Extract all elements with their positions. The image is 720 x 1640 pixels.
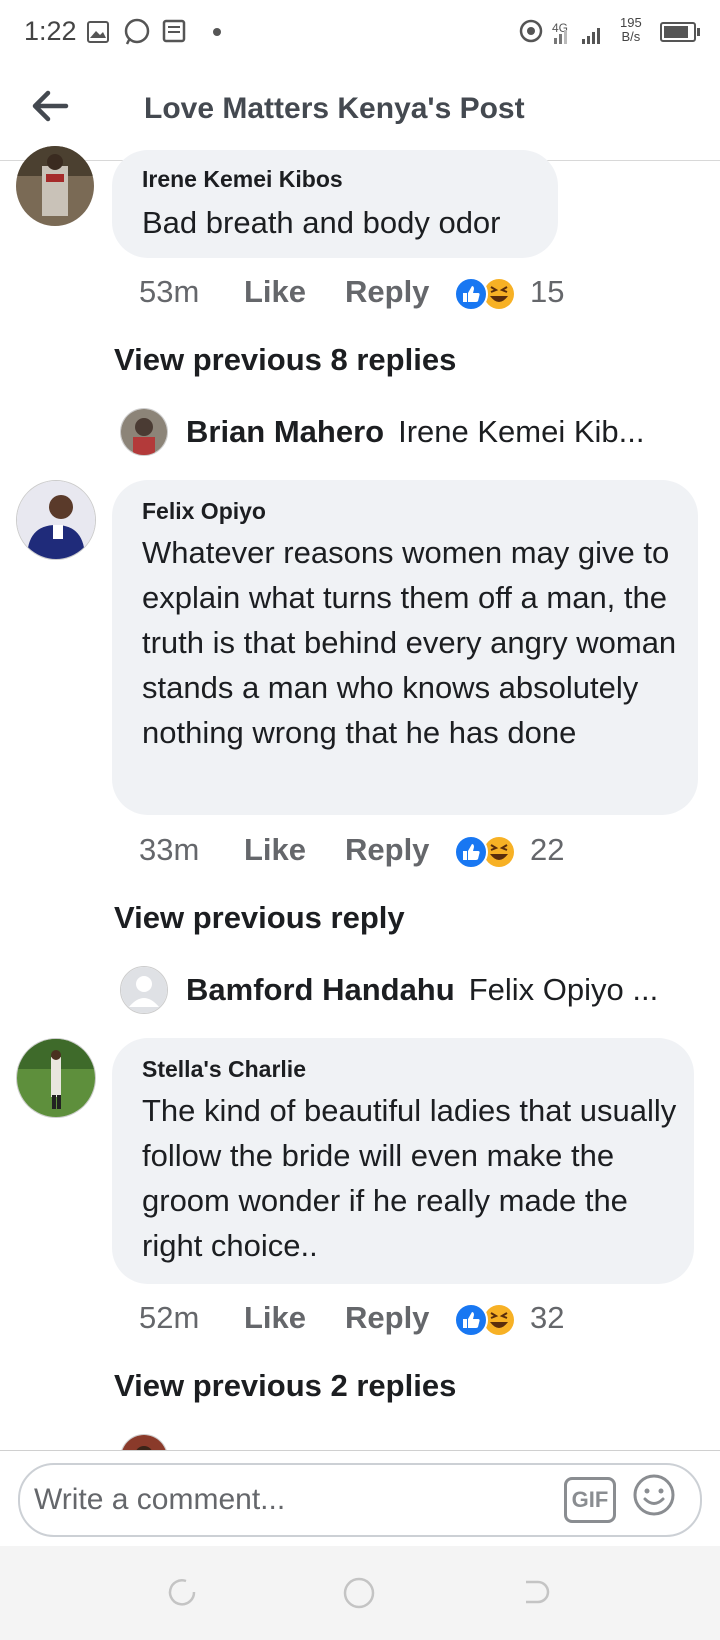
home-icon[interactable] [342, 1576, 376, 1610]
network-speed: 195 B/s [620, 16, 642, 44]
comment-time: 53m [139, 274, 200, 309]
reaction-count: 32 [530, 1300, 565, 1335]
like-button[interactable]: Like [244, 274, 306, 310]
page-title: Love Matters Kenya's Post [144, 92, 525, 125]
comment-input[interactable]: Write a comment... GIF [18, 1463, 702, 1537]
reply-preview[interactable]: Brian Mahero Irene Kemei Kib... [186, 414, 676, 450]
comment-composer: Write a comment... GIF [0, 1450, 720, 1547]
comment-author[interactable]: Stella's Charlie [142, 1056, 306, 1083]
avatar[interactable] [16, 1038, 96, 1118]
reply-preview[interactable]: Bamford Handahu Felix Opiyo ... [186, 972, 676, 1008]
news-icon [162, 19, 186, 43]
reply-button[interactable]: Reply [345, 274, 429, 310]
battery-icon [660, 22, 700, 42]
comment-bubble: Stella's Charlie The kind of beautiful l… [112, 1038, 694, 1284]
reply-snippet: Irene Kemei Kib... [398, 414, 645, 449]
signal-icon [554, 28, 600, 44]
like-haha-reaction-icon[interactable] [453, 1302, 517, 1338]
dot-icon [213, 28, 221, 36]
comment-time: 52m [139, 1300, 200, 1335]
status-bar: 1:22 4G 195 B/s [0, 0, 720, 66]
comment-text: Bad breath and body odor [142, 205, 501, 240]
reaction-count: 22 [530, 832, 565, 867]
comment-author[interactable]: Felix Opiyo [142, 498, 266, 525]
avatar[interactable] [120, 966, 168, 1014]
reply-snippet: Felix Opiyo ... [468, 972, 659, 1007]
view-previous-replies[interactable]: View previous reply [114, 900, 405, 936]
gif-button[interactable]: GIF [564, 1477, 616, 1523]
reply-author: Bamford Handahu [186, 972, 455, 1007]
view-previous-replies[interactable]: View previous 8 replies [114, 342, 456, 378]
hotspot-icon [519, 19, 543, 43]
app-header: Love Matters Kenya's Post [0, 66, 720, 161]
reply-button[interactable]: Reply [345, 1300, 429, 1336]
comment-text: The kind of beautiful ladies that usuall… [142, 1093, 677, 1263]
like-button[interactable]: Like [244, 1300, 306, 1336]
system-nav-bar [0, 1546, 720, 1640]
like-haha-reaction-icon[interactable] [453, 276, 517, 312]
comment-author[interactable]: Irene Kemei Kibos [142, 166, 343, 193]
avatar[interactable] [16, 146, 94, 226]
like-haha-reaction-icon[interactable] [453, 834, 517, 870]
emoji-icon[interactable] [632, 1473, 676, 1517]
comment-text: Whatever reasons women may give to expla… [142, 535, 677, 750]
reply-author: Brian Mahero [186, 414, 385, 449]
back-arrow-icon[interactable] [28, 84, 72, 128]
reaction-count: 15 [530, 274, 565, 309]
reply-button[interactable]: Reply [345, 832, 429, 868]
whatsapp-icon [124, 18, 150, 45]
recent-apps-icon[interactable] [166, 1576, 198, 1608]
status-time: 1:22 [24, 16, 77, 46]
avatar[interactable] [120, 408, 168, 456]
comment-bubble: Felix Opiyo Whatever reasons women may g… [112, 480, 698, 815]
gallery-icon [87, 21, 109, 43]
back-nav-icon[interactable] [520, 1576, 552, 1608]
like-button[interactable]: Like [244, 832, 306, 868]
speed-unit: B/s [621, 29, 641, 44]
comment-placeholder: Write a comment... [34, 1483, 286, 1516]
view-previous-replies[interactable]: View previous 2 replies [114, 1368, 456, 1404]
comment-bubble: Irene Kemei Kibos Bad breath and body od… [112, 150, 558, 258]
comment-time: 33m [139, 832, 200, 867]
avatar[interactable] [16, 480, 96, 560]
speed-value: 195 [620, 15, 642, 30]
